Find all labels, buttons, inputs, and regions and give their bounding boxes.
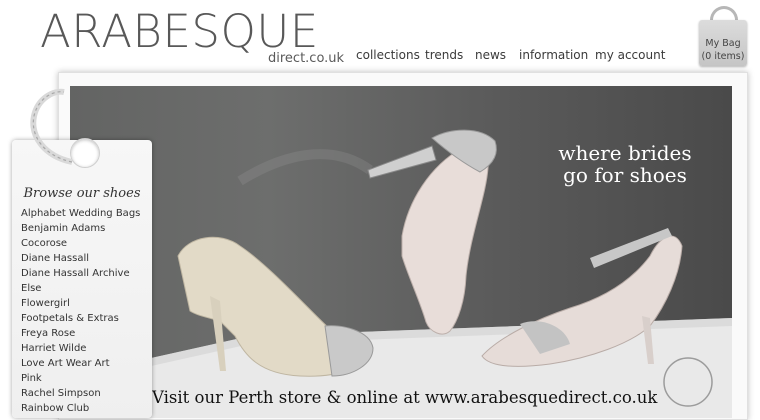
middle-shoe <box>401 145 489 335</box>
brand-link[interactable]: Diane Hassall Archive <box>21 266 140 281</box>
brand-link[interactable]: Alphabet Wedding Bags <box>21 206 140 221</box>
logo-domain: direct.co.uk <box>268 51 345 66</box>
hero-image[interactable]: where brides go for shoes Visit our Pert… <box>70 86 732 418</box>
brand-link[interactable]: Harriet Wilde <box>21 341 140 356</box>
bag-title: My Bag <box>705 38 741 49</box>
brand-link[interactable]: Love Art Wear Art <box>21 356 140 371</box>
shopping-bag-button[interactable]: My Bag (0 items) <box>699 6 747 68</box>
browse-title: Browse our shoes <box>23 186 141 201</box>
middle-shoe-stiletto <box>367 145 437 179</box>
store-banner[interactable]: Visit our Perth store & online at www.ar… <box>152 388 657 407</box>
site-logo[interactable]: ARABESQUE direct.co.uk <box>40 6 344 70</box>
shoes-illustration <box>70 129 732 418</box>
tagline-line-1: where brides <box>558 141 692 165</box>
brand-link[interactable]: Freya Rose <box>21 326 140 341</box>
brand-link[interactable]: Cocorose <box>21 236 140 251</box>
nav-information[interactable]: information <box>519 48 588 62</box>
rope-icon <box>30 88 73 165</box>
brand-link[interactable]: Benjamin Adams <box>21 221 140 236</box>
brand-link[interactable]: Diane Hassall <box>21 251 140 266</box>
browse-sidebar: Browse our shoes Alphabet Wedding Bags B… <box>12 138 152 418</box>
nav-trends[interactable]: trends <box>425 48 463 62</box>
bag-item-count: (0 items) <box>701 51 745 62</box>
nav-my-account[interactable]: my account <box>595 48 665 62</box>
nav-collections[interactable]: collections <box>356 48 420 62</box>
brand-link[interactable]: Pink <box>21 371 140 386</box>
brand-link[interactable]: Else <box>21 281 140 296</box>
brand-link[interactable]: Rainbow Club <box>21 401 140 416</box>
bag-icon: My Bag (0 items) <box>699 20 747 66</box>
tagline-line-2: go for shoes <box>563 163 687 187</box>
brand-link[interactable]: Rachel Simpson <box>21 386 140 401</box>
hero-tagline: where brides go for shoes <box>540 142 710 186</box>
brand-link[interactable]: Footpetals & Extras <box>21 311 140 326</box>
brand-link[interactable]: Flowergirl <box>21 296 140 311</box>
glitter-spray <box>237 149 373 186</box>
nav-news[interactable]: news <box>475 48 506 62</box>
brand-list: Alphabet Wedding Bags Benjamin Adams Coc… <box>21 206 140 416</box>
